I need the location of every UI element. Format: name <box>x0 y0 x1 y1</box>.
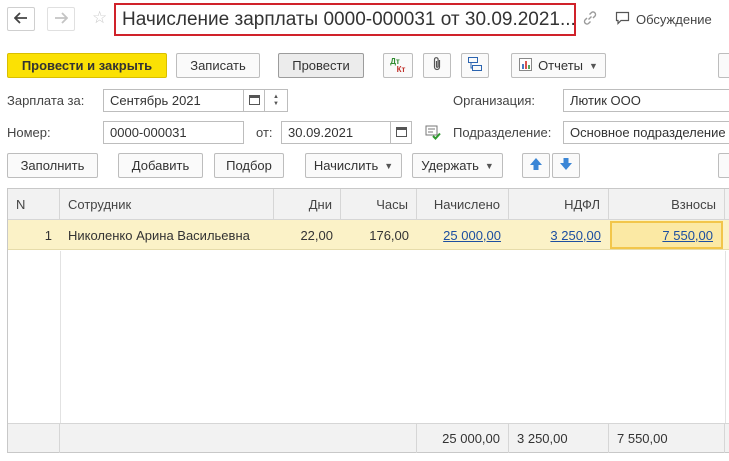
table-more-button[interactable] <box>718 153 729 178</box>
table-footer: 25 000,00 3 250,00 7 550,00 <box>8 423 729 453</box>
post-and-close-label: Провести и закрыть <box>21 58 153 73</box>
department-field[interactable]: Основное подразделение <box>563 121 729 144</box>
date-label: от: <box>256 125 273 140</box>
chevron-down-icon: ▼ <box>484 160 494 171</box>
post-and-close-button[interactable]: Провести и закрыть <box>7 53 167 78</box>
write-button[interactable]: Записать <box>176 53 260 78</box>
table-row[interactable]: 1 Николенко Арина Васильевна 22,00 176,0… <box>8 220 729 250</box>
post-label: Провести <box>292 58 350 73</box>
column-header-hours[interactable]: Часы <box>341 189 417 220</box>
paperclip-icon <box>431 56 443 75</box>
date-value: 30.09.2021 <box>288 125 354 140</box>
reports-menu-button[interactable]: Отчеты ▼ <box>511 53 606 78</box>
forward-button[interactable] <box>47 7 75 31</box>
date-field[interactable]: 30.09.2021 <box>281 121 393 144</box>
column-divider <box>60 251 61 423</box>
row-accrued[interactable]: 25 000,00 <box>417 220 509 250</box>
column-divider <box>725 251 726 423</box>
reports-label: Отчеты <box>538 58 583 73</box>
date-calendar-button[interactable] <box>390 121 412 144</box>
footer-n <box>8 424 60 453</box>
add-label: Добавить <box>131 158 190 173</box>
page-title: Начисление зарплаты 0000-000031 от 30.09… <box>114 3 576 36</box>
posted-document-icon <box>425 124 441 143</box>
add-button[interactable]: Добавить <box>118 153 203 178</box>
footer-ndfl-total: 3 250,00 <box>509 424 609 453</box>
arrow-up-icon <box>529 157 543 174</box>
move-up-button[interactable] <box>522 153 550 178</box>
salary-period-calendar-button[interactable] <box>243 89 265 112</box>
footer-employee <box>60 424 417 453</box>
salary-for-label: Зарплата за: <box>7 93 85 108</box>
calendar-icon <box>395 125 407 140</box>
number-field[interactable]: 0000-000031 <box>103 121 244 144</box>
salary-period-field[interactable]: Сентябрь 2021 <box>103 89 244 112</box>
organization-label: Организация: <box>453 93 536 108</box>
kt-label: Кт <box>396 64 406 74</box>
page-title-text: Начисление зарплаты 0000-000031 от 30.09… <box>122 8 576 30</box>
calendar-icon <box>248 93 260 108</box>
withhold-label: Удержать <box>421 158 479 173</box>
chevron-down-icon: ▼ <box>589 60 598 71</box>
dt-kt-button[interactable]: Дт Кт <box>383 53 413 78</box>
chevron-down-icon: ▼ <box>384 160 394 171</box>
select-label: Подбор <box>226 158 272 173</box>
arrow-left-icon <box>13 11 28 27</box>
link-icon[interactable] <box>582 10 598 29</box>
favorite-star-icon[interactable]: ☆ <box>92 8 107 28</box>
row-accrued-link[interactable]: 25 000,00 <box>443 228 501 243</box>
row-days[interactable]: 22,00 <box>274 220 341 250</box>
post-button[interactable]: Провести <box>278 53 364 78</box>
department-value: Основное подразделение <box>570 125 726 140</box>
row-ndfl[interactable]: 3 250,00 <box>509 220 609 250</box>
move-down-button[interactable] <box>552 153 580 178</box>
caret-down-icon: ▼ <box>273 101 279 107</box>
row-ndfl-link[interactable]: 3 250,00 <box>550 228 601 243</box>
salary-period-value: Сентябрь 2021 <box>110 93 201 108</box>
row-hours[interactable]: 176,00 <box>341 220 417 250</box>
column-header-employee[interactable]: Сотрудник <box>60 189 274 220</box>
more-button[interactable] <box>718 53 729 78</box>
chat-icon <box>615 11 630 28</box>
structure-button[interactable] <box>461 53 489 78</box>
arrow-right-icon <box>54 11 69 27</box>
footer-accrued-total: 25 000,00 <box>417 424 509 453</box>
column-header-contributions[interactable]: Взносы <box>609 189 725 220</box>
caret-up-icon: ▲ <box>273 94 279 100</box>
salary-period-stepper[interactable]: ▲ ▼ <box>264 89 288 112</box>
report-chart-icon <box>519 57 533 74</box>
hierarchy-icon <box>467 56 483 75</box>
accrue-menu-button[interactable]: Начислить ▼ <box>305 153 402 178</box>
fill-button[interactable]: Заполнить <box>7 153 98 178</box>
row-contributions-link[interactable]: 7 550,00 <box>662 228 713 243</box>
row-number: 1 <box>44 227 52 243</box>
number-value: 0000-000031 <box>110 125 187 140</box>
attach-button[interactable] <box>423 53 451 78</box>
fill-label: Заполнить <box>20 158 85 173</box>
row-employee[interactable]: Николенко Арина Васильевна <box>60 220 274 250</box>
arrow-down-icon <box>559 157 573 174</box>
column-header-ndfl[interactable]: НДФЛ <box>509 189 609 220</box>
discussion-link[interactable]: Обсуждение <box>615 11 712 28</box>
back-button[interactable] <box>7 7 35 31</box>
select-button[interactable]: Подбор <box>214 153 284 178</box>
dt-kt-icon: Дт Кт <box>390 57 406 74</box>
row-contributions[interactable]: 7 550,00 <box>610 221 723 249</box>
organization-field[interactable]: Лютик ООО <box>563 89 729 112</box>
discussion-label: Обсуждение <box>636 12 712 27</box>
department-label: Подразделение: <box>453 125 552 140</box>
withhold-menu-button[interactable]: Удержать ▼ <box>412 153 503 178</box>
table-header: N Сотрудник Дни Часы Начислено НДФЛ Взно… <box>8 189 729 220</box>
column-header-n[interactable]: N <box>8 189 60 220</box>
column-header-accrued[interactable]: Начислено <box>417 189 509 220</box>
footer-contributions-total: 7 550,00 <box>609 424 725 453</box>
write-label: Записать <box>190 58 246 73</box>
column-header-days[interactable]: Дни <box>274 189 341 220</box>
accruals-table[interactable]: N Сотрудник Дни Часы Начислено НДФЛ Взно… <box>7 188 729 453</box>
accrue-label: Начислить <box>313 158 379 173</box>
number-label: Номер: <box>7 125 51 140</box>
organization-value: Лютик ООО <box>570 93 641 108</box>
